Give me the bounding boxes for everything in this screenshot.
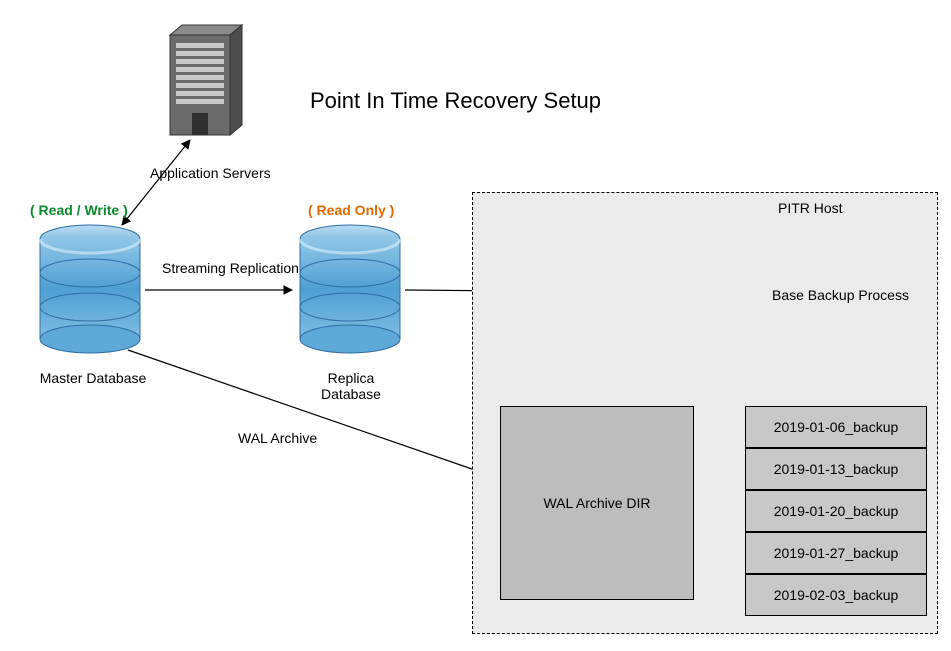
base-backup-label: Base Backup Process [772, 287, 909, 303]
wal-archive-dir-box: WAL Archive DIR [500, 406, 694, 600]
replica-db-label: Replica Database [296, 370, 406, 402]
master-db-label: Master Database [38, 370, 148, 386]
streaming-replication-label: Streaming Replication [162, 260, 299, 276]
backup-item-label: 2019-01-20_backup [774, 503, 899, 519]
backup-item-label: 2019-01-06_backup [774, 419, 899, 435]
app-servers-label: Application Servers [150, 165, 271, 181]
read-write-label: ( Read / Write ) [30, 202, 128, 218]
backup-item-label: 2019-01-13_backup [774, 461, 899, 477]
backup-item-label: 2019-01-27_backup [774, 545, 899, 561]
diagram-canvas: Point In Time Recovery Setup [0, 0, 951, 651]
backup-item: 2019-01-13_backup [745, 448, 927, 490]
backup-item: 2019-01-06_backup [745, 406, 927, 448]
wal-dir-label: WAL Archive DIR [543, 495, 650, 511]
master-db-icon [40, 225, 140, 353]
server-icon [170, 25, 242, 135]
backup-item-label: 2019-02-03_backup [774, 587, 899, 603]
backup-item: 2019-01-27_backup [745, 532, 927, 574]
pitr-host-label: PITR Host [778, 200, 843, 216]
backup-item: 2019-01-20_backup [745, 490, 927, 532]
arrow-app-master [122, 140, 190, 225]
wal-archive-label: WAL Archive [238, 430, 317, 446]
backup-item: 2019-02-03_backup [745, 574, 927, 616]
read-only-label: ( Read Only ) [308, 202, 394, 218]
replica-db-icon [300, 225, 400, 353]
backups-list: 2019-01-06_backup 2019-01-13_backup 2019… [745, 406, 927, 616]
